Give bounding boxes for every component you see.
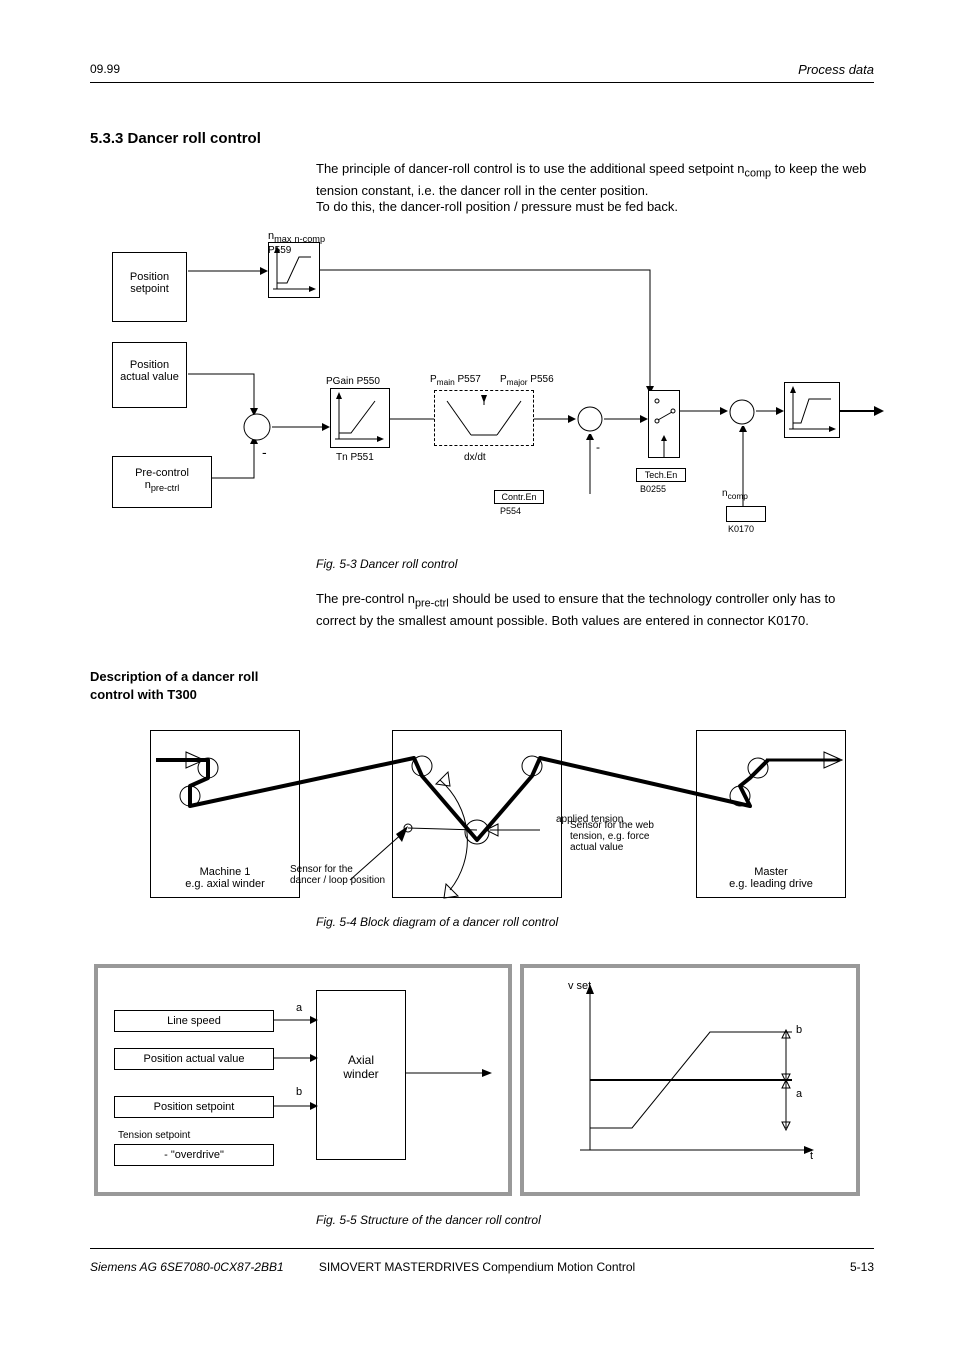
chart-b: b — [796, 1024, 802, 1036]
tech-en-p: B0255 — [640, 484, 666, 494]
box-line-speed: Line speed — [114, 1010, 274, 1032]
para3: The pre-control npre-ctrl should be used… — [316, 590, 876, 630]
contr-en-p: P554 — [500, 506, 521, 516]
header-rule — [90, 82, 874, 83]
box-position-actual: Position actual value — [112, 342, 187, 408]
line-sum3-lim — [756, 404, 784, 418]
minus-sign: - — [262, 444, 267, 460]
line-dxdt-sum2 — [534, 412, 576, 426]
footer-left: Siemens AG 6SE7080-0CX87-2BB1 — [90, 1260, 284, 1274]
box-pi — [330, 388, 390, 448]
line-contren — [544, 434, 604, 494]
para1: The principle of dancer-roll control is … — [316, 160, 876, 200]
limit-icon — [785, 383, 839, 437]
selector-icon — [649, 391, 679, 457]
dxdt-icon — [435, 391, 533, 445]
pmajor-label: Pmajor P556 — [500, 374, 554, 387]
arrow-a: a — [296, 1002, 302, 1014]
pi-icon — [331, 389, 389, 447]
chart-a: a — [796, 1088, 802, 1100]
fig55-caption: Fig. 5-5 Structure of the dancer roll co… — [316, 1212, 541, 1229]
pgain-label: PGain P550 — [326, 376, 380, 387]
left-panel-arrows — [274, 1000, 334, 1170]
summer2 — [576, 405, 604, 433]
winder-out-arrow — [406, 1066, 496, 1080]
line-sum2-sel — [604, 412, 648, 426]
line-k0170 — [735, 426, 751, 506]
box-dxdt — [434, 390, 534, 446]
box-pos-act: Position actual value — [114, 1048, 274, 1070]
fig54-caption: Fig. 5-4 Block diagram of a dancer roll … — [316, 914, 558, 931]
k0170-label: K0170 — [728, 524, 754, 534]
nmax-label: nmax n-comp P559 — [268, 230, 325, 256]
header-section: Process data — [798, 62, 874, 77]
arrow-summer-pi — [272, 420, 330, 434]
dxdt-label: dx/dt — [464, 452, 486, 463]
belt-path — [150, 730, 850, 930]
section-title: 5.3.3 Dancer roll control — [90, 130, 261, 147]
line-pi-dxdt — [390, 412, 434, 426]
vset-label: v set — [568, 980, 591, 992]
pmain-label: Pmain P557 — [430, 374, 481, 387]
tension-setp-note: Tension setpoint — [118, 1130, 190, 1141]
right-panel-chart — [560, 980, 840, 1180]
box-contr-en: Contr.En — [494, 490, 544, 504]
box-tech-en: Tech.En — [636, 468, 686, 482]
section2-title: Description of a dancer roll control wit… — [90, 668, 290, 704]
applied-tension-label: applied tension — [556, 814, 623, 825]
para2: To do this, the dancer-roll position / p… — [316, 198, 876, 216]
sensor-pos-label: Sensor for the dancer / loop position — [290, 864, 430, 886]
summer1 — [242, 412, 272, 442]
minus2: - — [596, 440, 600, 454]
box-selector — [648, 390, 680, 458]
box-k0170-spacer — [726, 506, 766, 522]
box-limiter — [784, 382, 840, 438]
box-pos-setp: Position setpoint — [114, 1096, 274, 1118]
footer-right: 5-13 — [850, 1260, 874, 1274]
summer3 — [728, 398, 756, 426]
header-date: 09.99 — [90, 62, 120, 76]
arrow-setpoint — [188, 264, 268, 278]
footer-rule — [90, 1248, 874, 1249]
box-position-setpoint: Position setpoint — [112, 252, 187, 322]
t-label: t — [810, 1150, 813, 1162]
tn-label: Tn P551 — [336, 452, 374, 463]
arrow-out — [840, 404, 884, 418]
box-tension-setp: - "overdrive" — [114, 1144, 274, 1166]
arrow-b: b — [296, 1086, 302, 1098]
line-sel-sum3 — [680, 404, 728, 418]
fig53-caption: Fig. 5-3 Dancer roll control — [316, 556, 457, 573]
footer-center: SIMOVERT MASTERDRIVES Compendium Motion … — [319, 1260, 635, 1274]
